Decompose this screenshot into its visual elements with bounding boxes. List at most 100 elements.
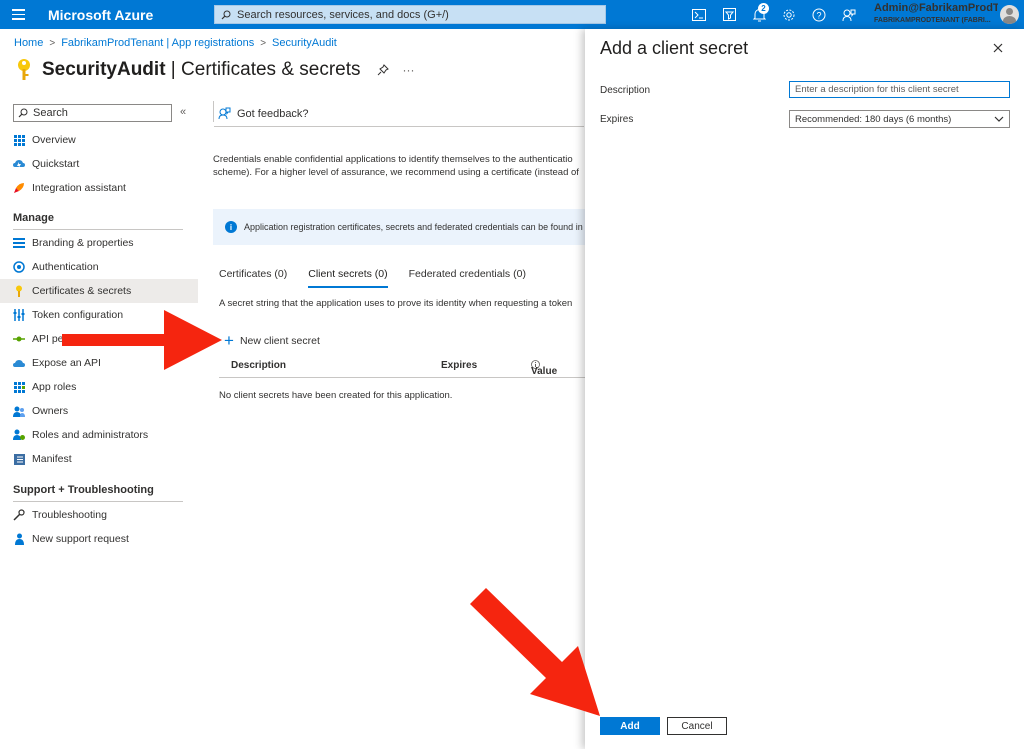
sidebar-item-owners[interactable]: Owners: [0, 399, 198, 423]
chevron-down-icon: [994, 116, 1004, 122]
sidebar-item-label: Token configuration: [32, 309, 124, 321]
token-icon: [13, 309, 25, 321]
authentication-icon: [13, 261, 25, 273]
sidebar-search-input[interactable]: Search: [13, 104, 172, 122]
section-header-support: Support + Troubleshooting: [13, 484, 154, 496]
search-icon: [221, 10, 231, 19]
roles-icon: [13, 429, 25, 441]
account-name: Admin@FabrikamProdT...: [874, 3, 998, 14]
help-icon[interactable]: ?: [804, 0, 834, 29]
sidebar-item-label: App roles: [32, 381, 77, 393]
account-info[interactable]: Admin@FabrikamProdT... FABRIKAMPRODTENAN…: [874, 3, 998, 24]
rocket-icon: [13, 182, 25, 194]
cloud-shell-icon[interactable]: [684, 0, 714, 29]
sidebar-item-token-configuration[interactable]: Token configuration: [0, 303, 198, 327]
sidebar-item-label: Owners: [32, 405, 69, 417]
tab-federated-credentials[interactable]: Federated credentials (0): [409, 268, 526, 288]
description-field[interactable]: Enter a description for this client secr…: [789, 81, 1010, 98]
sidebar-item-label: Manifest: [32, 453, 72, 465]
page-header: SecurityAudit | Certificates & secrets ·…: [14, 57, 415, 83]
sidebar-item-quickstart[interactable]: Quickstart: [0, 152, 198, 176]
sidebar-item-new-support-request[interactable]: New support request: [0, 527, 198, 551]
sidebar-item-label: Authentication: [32, 261, 99, 273]
credential-tabs: Certificates (0) Client secrets (0) Fede…: [219, 268, 547, 288]
branding-icon: [13, 237, 25, 249]
column-description: Description: [231, 360, 287, 371]
tab-certificates[interactable]: Certificates (0): [219, 268, 287, 288]
sidebar-item-expose-api[interactable]: Expose an API: [0, 351, 198, 375]
global-search-input[interactable]: Search resources, services, and docs (G+…: [214, 5, 606, 24]
directory-filter-icon[interactable]: [714, 0, 744, 29]
breadcrumb: Home > FabrikamProdTenant | App registra…: [14, 37, 337, 49]
avatar[interactable]: [1000, 5, 1019, 24]
column-value: Value: [531, 360, 557, 377]
sidebar-item-app-roles[interactable]: App roles: [0, 375, 198, 399]
secrets-table-header: Description Expires Value: [219, 354, 585, 378]
expires-selected-value: Recommended: 180 days (6 months): [795, 113, 952, 125]
empty-table-message: No client secrets have been created for …: [219, 390, 453, 401]
sidebar-item-label: Overview: [32, 134, 76, 146]
sidebar-item-label: Troubleshooting: [32, 509, 107, 521]
page-title-app: SecurityAudit: [42, 59, 166, 80]
description-label: Description: [600, 85, 651, 96]
description-line: scheme). For a higher level of assurance…: [213, 167, 579, 178]
search-icon: [18, 108, 28, 118]
sidebar-item-api-permissions[interactable]: API permissions: [0, 327, 198, 351]
add-button[interactable]: Add: [600, 717, 660, 735]
sidebar-item-troubleshooting[interactable]: Troubleshooting: [0, 503, 198, 527]
sidebar-item-overview[interactable]: Overview: [0, 128, 198, 152]
info-text: Application registration certificates, s…: [244, 222, 583, 232]
section-divider: [13, 229, 183, 230]
panel-title: Add a client secret: [600, 38, 749, 58]
credentials-description: Credentials enable confidential applicat…: [213, 153, 585, 179]
app-roles-icon: [13, 381, 25, 393]
owners-icon: [13, 405, 25, 417]
sidebar-item-label: Expose an API: [32, 357, 101, 369]
breadcrumb-separator: >: [260, 37, 267, 49]
notification-badge: 2: [758, 3, 769, 14]
breadcrumb-home[interactable]: Home: [14, 37, 43, 49]
description-line: Credentials enable confidential applicat…: [213, 154, 573, 165]
support-icon: [13, 533, 25, 545]
sidebar-item-label: Certificates & secrets: [32, 285, 132, 297]
more-options-icon[interactable]: ···: [403, 63, 415, 77]
feedback-icon[interactable]: [834, 0, 864, 29]
manifest-icon: [13, 453, 25, 465]
sidebar-item-authentication[interactable]: Authentication: [0, 255, 198, 279]
settings-gear-icon[interactable]: [774, 0, 804, 29]
sidebar-item-integration-assistant[interactable]: Integration assistant: [0, 176, 198, 200]
sidebar-item-label: Roles and administrators: [32, 429, 149, 441]
cloud-lightning-icon: [13, 158, 25, 170]
tab-client-secrets[interactable]: Client secrets (0): [308, 268, 388, 288]
feedback-label: Got feedback?: [237, 107, 309, 120]
add-client-secret-panel: Add a client secret Description Enter a …: [585, 29, 1024, 749]
top-icon-bar: 2 ?: [684, 0, 864, 29]
sidebar-item-manifest[interactable]: Manifest: [0, 447, 198, 471]
breadcrumb-app-registrations[interactable]: FabrikamProdTenant | App registrations: [61, 37, 254, 49]
brand-name[interactable]: Microsoft Azure: [48, 7, 210, 23]
global-search-placeholder: Search resources, services, and docs (G+…: [237, 8, 449, 21]
sidebar-item-certificates-secrets[interactable]: Certificates & secrets: [0, 279, 198, 303]
feedback-button[interactable]: Got feedback?: [214, 101, 584, 127]
sidebar-item-roles-administrators[interactable]: Roles and administrators: [0, 423, 198, 447]
info-banner: i Application registration certificates,…: [213, 209, 585, 245]
client-secrets-description: A secret string that the application use…: [219, 298, 573, 309]
menu-icon[interactable]: [0, 0, 36, 29]
sidebar-item-label: Quickstart: [32, 158, 80, 170]
cancel-button[interactable]: Cancel: [667, 717, 727, 735]
new-client-secret-button[interactable]: + New client secret: [224, 332, 320, 349]
close-icon[interactable]: [991, 41, 1005, 55]
api-icon: [13, 333, 25, 345]
pin-icon[interactable]: [377, 64, 389, 76]
wrench-icon: [13, 509, 25, 521]
expires-label: Expires: [600, 114, 634, 125]
collapse-sidebar-icon[interactable]: «: [180, 106, 186, 118]
breadcrumb-securityaudit[interactable]: SecurityAudit: [272, 37, 337, 49]
sidebar-item-label: New support request: [32, 533, 129, 545]
plus-icon: +: [224, 331, 234, 350]
cloud-icon: [13, 357, 25, 369]
sidebar-item-branding[interactable]: Branding & properties: [0, 231, 198, 255]
notifications-icon[interactable]: 2: [744, 0, 774, 29]
sidebar-search-placeholder: Search: [33, 107, 68, 119]
expires-dropdown[interactable]: Recommended: 180 days (6 months): [789, 110, 1010, 128]
